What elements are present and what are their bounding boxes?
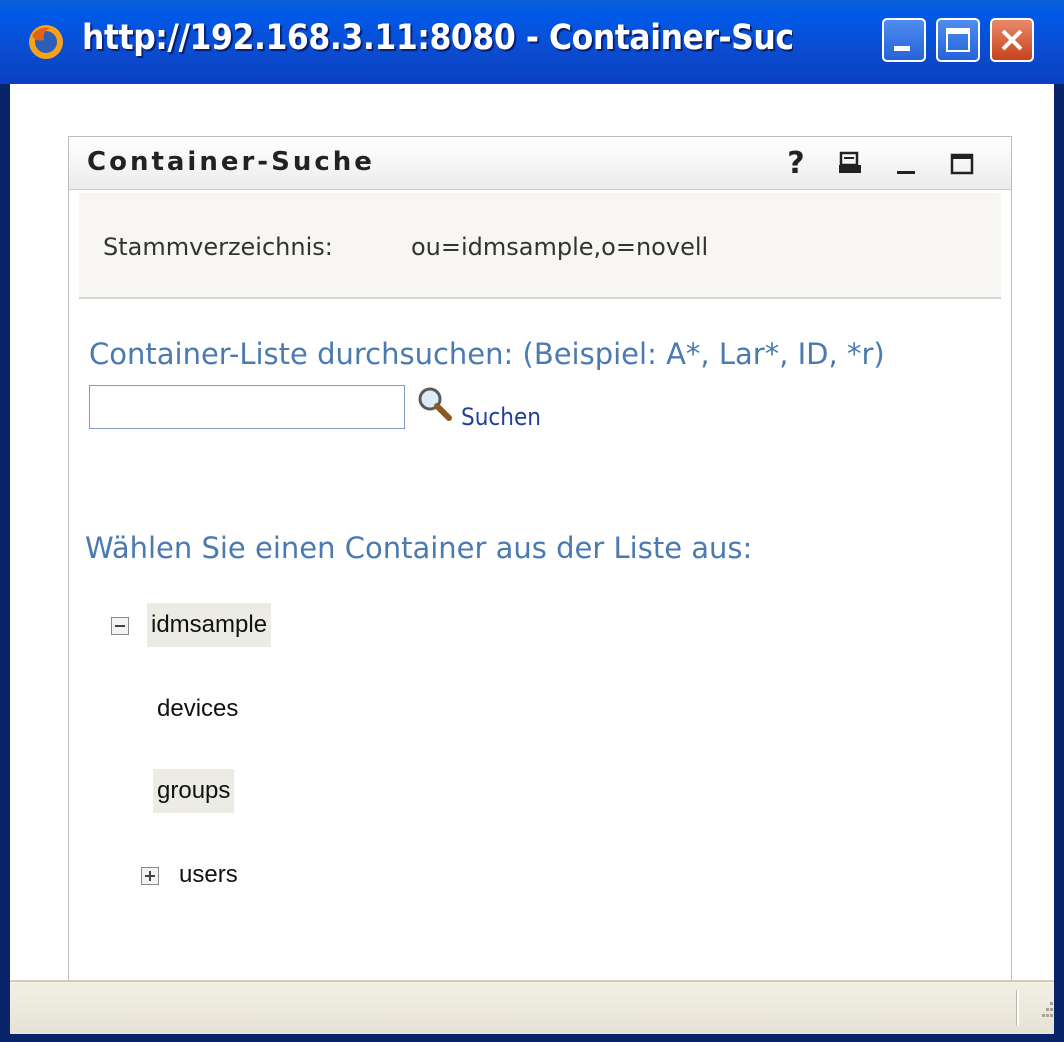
search-input[interactable]	[89, 385, 405, 429]
root-directory-panel: Stammverzeichnis: ou=idmsample,o=novell	[79, 193, 1001, 299]
tree-node-idmsample[interactable]: idmsample	[147, 603, 272, 647]
window-close-button[interactable]	[990, 18, 1034, 62]
choose-container-label: Wählen Sie einen Container aus der Liste…	[85, 531, 753, 565]
title-bar[interactable]: http://192.168.3.11:8080 - Container-Suc…	[0, 0, 1064, 84]
firefox-icon	[29, 25, 63, 59]
tree-node-devices[interactable]: devices	[157, 695, 238, 723]
root-directory-value: ou=idmsample,o=novell	[411, 233, 709, 261]
minimize-icon[interactable]	[891, 149, 921, 179]
browser-window: http://192.168.3.11:8080 - Container-Suc…	[0, 0, 1064, 1042]
window-minimize-button[interactable]	[882, 18, 926, 62]
collapse-icon[interactable]	[111, 617, 129, 635]
container-search-portlet: Container-Suche ? Stammverzeichnis: ou=i…	[68, 136, 1012, 984]
root-directory-label: Stammverzeichnis:	[103, 233, 333, 261]
page-content: Container-Suche ? Stammverzeichnis: ou=i…	[10, 84, 1054, 984]
portlet-header: Container-Suche ?	[69, 137, 1011, 190]
window-maximize-button[interactable]	[936, 18, 980, 62]
resize-grip-icon[interactable]	[1034, 998, 1056, 1022]
expand-icon[interactable]	[141, 867, 159, 885]
help-icon[interactable]: ?	[781, 149, 811, 179]
status-divider	[1016, 990, 1019, 1026]
tree-node-users[interactable]: users	[179, 861, 238, 889]
tree-node-groups[interactable]: groups	[153, 769, 235, 813]
status-bar	[10, 980, 1054, 1034]
portlet-title: Container-Suche	[87, 147, 375, 177]
search-label: Container-Liste durchsuchen: (Beispiel: …	[89, 337, 885, 371]
window-title: http://192.168.3.11:8080 - Container-Suc…	[82, 18, 793, 58]
magnifier-icon[interactable]	[415, 385, 455, 425]
maximize-icon[interactable]	[947, 149, 977, 179]
print-icon[interactable]	[835, 149, 865, 179]
search-button[interactable]: Suchen	[461, 403, 541, 431]
